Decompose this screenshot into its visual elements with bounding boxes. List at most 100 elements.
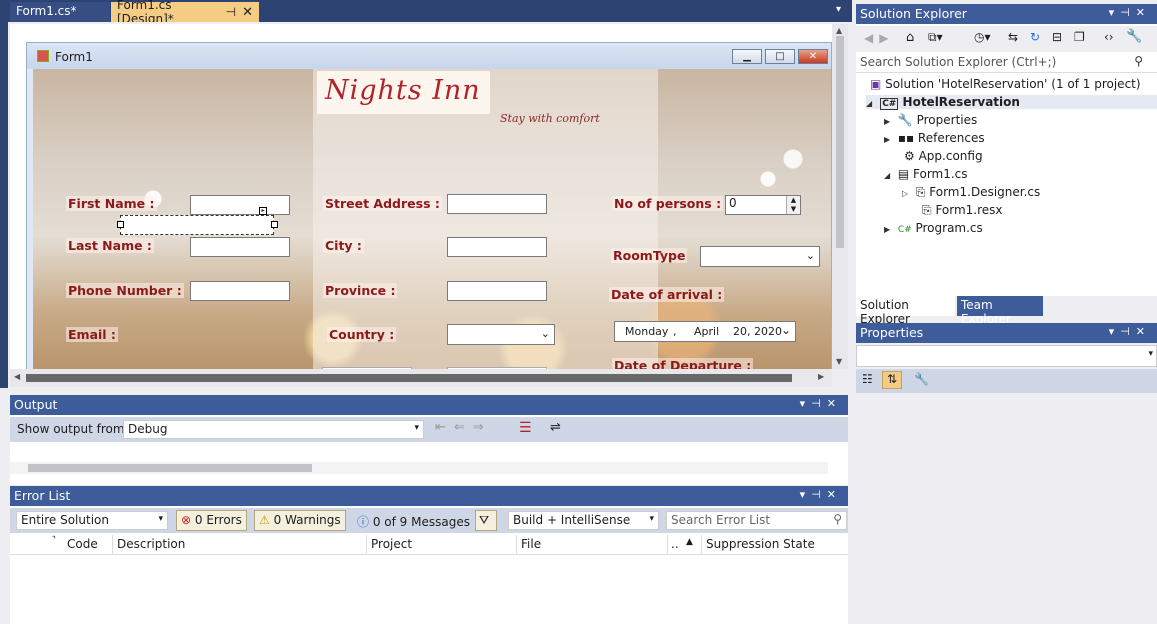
solution-explorer-toolbar: ◀▶ ⌂ ⧉▾ ◷▾ ⇆ ↻ ⊟ ❐ ‹› 🔧 [856,26,1157,52]
designer-vertical-thumb[interactable] [836,36,844,248]
tab-team-explorer[interactable]: Team Explorer [957,296,1043,326]
room-type-combobox[interactable]: ⌄ [700,246,820,267]
tab-form1-design[interactable]: Form1.cs [Design]* ⊣ ✕ [111,0,259,26]
wrench-icon[interactable]: 🔧 [1126,29,1142,44]
tree-form1-designer[interactable]: ▷ ⎘ Form1.Designer.cs [902,185,1040,200]
date-day: Monday [625,325,669,338]
column-separator [667,535,668,554]
tree-properties[interactable]: ▶ 🔧 Properties [884,113,977,127]
brand-title: Nights Inn [325,75,481,106]
alphabetical-icon[interactable]: ⇅ [882,371,902,389]
column-description[interactable]: Description [117,537,185,551]
show-all-files-icon[interactable]: ❐ [1074,30,1085,44]
scroll-right-icon[interactable]: ▶ [818,372,824,381]
smart-tag-icon[interactable]: ▸ [259,207,267,215]
collapsed-icon[interactable]: ▶ [884,225,894,234]
label-arrival: Date of arrival : [609,287,725,302]
tree-form1-resx[interactable]: ⎘ Form1.resx [922,203,1003,218]
tree-form1-cs[interactable]: ◢ ▤ Form1.cs [884,167,968,181]
home-icon[interactable]: ⌂ [906,30,914,45]
scroll-left-icon[interactable]: ◀ [14,372,20,381]
expanded-icon[interactable]: ◢ [866,99,876,108]
collapsed-icon[interactable]: ▷ [902,189,912,198]
phone-field[interactable] [190,281,290,301]
errors-filter-button[interactable]: ⊗ 0 Errors [176,510,247,531]
properties-object-select[interactable]: ▾ [856,345,1157,367]
persons-value: 0 [729,196,737,210]
panel-controls[interactable]: ▾⊣✕ [1109,325,1151,338]
solution-search-placeholder: Search Solution Explorer (Ctrl+;) [860,55,1057,69]
minimize-button[interactable]: ▁ [732,49,762,64]
view-code-icon[interactable]: ‹› [1104,30,1114,44]
messages-filter-button[interactable]: ⓘ 0 of 9 Messages [352,510,475,531]
tab-dropdown-icon[interactable]: ▾ [836,4,841,15]
resize-handle-left[interactable] [117,221,124,228]
scroll-down-icon[interactable]: ▼ [836,357,842,366]
spin-buttons[interactable]: ▲ ▼ [786,196,800,214]
column-separator [366,535,367,554]
chevron-down-icon: ▾ [1148,349,1153,359]
clear-all-icon[interactable]: ☰ [519,420,532,436]
categorized-icon[interactable]: ☷ [862,372,873,386]
error-search-input[interactable]: Search Error List ⚲ [666,511,847,530]
close-button[interactable]: ✕ [798,49,828,64]
panel-controls[interactable]: ▾⊣✕ [800,397,842,410]
tab-form1-cs[interactable]: Form1.cs* [10,2,110,22]
panel-controls[interactable]: ▾⊣✕ [1109,6,1151,19]
history-icon[interactable]: ◷▾ [974,30,991,44]
scroll-up-icon[interactable]: ▲ [836,26,842,35]
tree-program-cs-label: Program.cs [915,221,983,235]
tab-solution-explorer[interactable]: Solution Explorer [856,296,955,326]
sync-icon[interactable]: ⇆ [1008,30,1018,44]
switch-views-icon[interactable]: ⧉▾ [928,30,943,45]
pin-icon[interactable]: ⊣ [226,5,236,19]
city-field[interactable] [447,237,547,257]
output-toolbar-icons[interactable]: ⇤⇐⇒ [435,420,492,435]
tree-solution-label: Solution 'HotelReservation' (1 of 1 proj… [885,77,1141,91]
tree-solution[interactable]: ▣ Solution 'HotelReservation' (1 of 1 pr… [870,77,1141,91]
maximize-button[interactable]: □ [765,49,795,64]
last-name-field[interactable] [190,237,290,257]
output-source-select[interactable]: Debug ▾ [123,420,424,439]
tree-project[interactable]: ◢ C# HotelReservation [866,95,1157,110]
collapsed-icon[interactable]: ▶ [884,117,894,126]
panel-controls[interactable]: ▾⊣✕ [800,488,842,501]
country-combobox[interactable]: ⌄ [447,324,555,345]
word-wrap-icon[interactable]: ⇌ [550,420,561,435]
scope-select[interactable]: Entire Solution ▾ [16,511,168,530]
column-file[interactable]: File [521,537,541,551]
province-field[interactable] [447,281,547,301]
street-field[interactable] [447,194,547,214]
designer-horizontal-thumb[interactable] [26,374,792,382]
collapsed-icon[interactable]: ▶ [884,135,894,144]
collapse-all-icon[interactable]: ⊟ [1052,30,1062,44]
tree-form1-designer-label: Form1.Designer.cs [929,185,1041,199]
tree-references[interactable]: ▶ ▪▪ References [884,131,985,145]
date-sep: , [673,325,677,338]
info-icon: ⓘ [357,515,370,529]
expanded-icon[interactable]: ◢ [884,171,894,180]
refresh-icon[interactable]: ↻ [1030,30,1040,44]
close-icon[interactable]: ✕ [242,5,253,20]
column-suppression[interactable]: Suppression State [706,537,815,551]
output-scroll-thumb[interactable] [28,464,312,472]
filter-icon[interactable]: ⛛ [475,510,497,531]
nav-back-forward-icon[interactable]: ◀▶ [864,31,894,45]
persons-numeric-updown[interactable]: 0 ▲ ▼ [725,195,801,215]
column-filter-icon[interactable]: ⌝ [52,535,56,544]
column-line[interactable]: .. [671,537,679,551]
first-name-field[interactable] [190,195,290,215]
tree-app-config[interactable]: ⚙ App.config [904,149,983,163]
tree-program-cs[interactable]: ▶ C# Program.cs [884,221,983,235]
warnings-filter-button[interactable]: ⚠ 0 Warnings [254,510,346,531]
column-code[interactable]: Code [67,537,98,551]
build-source-select[interactable]: Build + IntelliSense ▾ [508,511,659,530]
column-project[interactable]: Project [371,537,412,551]
form-window[interactable]: Form1 ▁ □ ✕ Nights Inn Stay with comfort… [26,42,832,373]
label-city: City : [323,238,364,253]
property-pages-icon[interactable]: 🔧 [914,372,929,386]
selected-textbox[interactable] [120,215,274,235]
resize-handle-right[interactable] [271,221,278,228]
solution-search-input[interactable]: Search Solution Explorer (Ctrl+;) ⚲ [856,52,1157,73]
arrival-date-picker[interactable]: Monday , April 20, 2020 ⌄ [614,321,796,342]
